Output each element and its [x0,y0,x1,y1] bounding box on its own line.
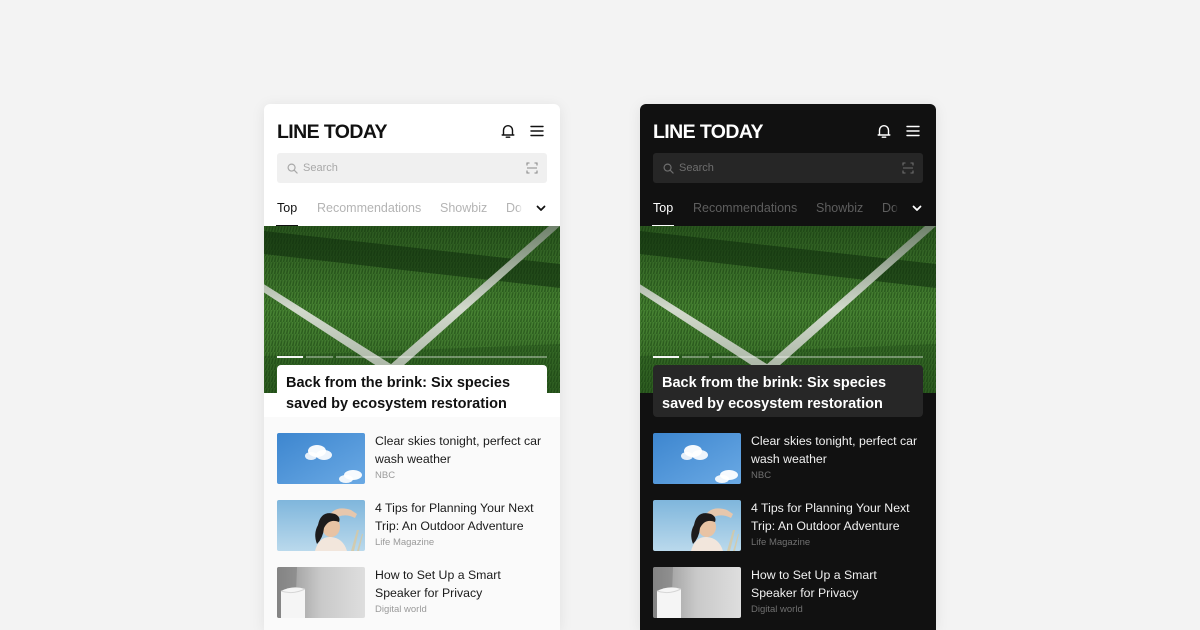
article-title-line2: Trip: An Outdoor Adventure [375,518,524,533]
search-placeholder: Search [679,162,714,174]
article-text: 4 Tips for Planning Your Next Trip: An O… [375,500,547,550]
article-title-line1: How to Set Up a Smart [751,568,877,582]
search-placeholder: Search [303,162,338,174]
category-tabs: Top Recommendations Showbiz Do [640,196,936,227]
hero-headline-card[interactable]: Back from the brink: Six species saved b… [653,365,923,417]
article-item[interactable]: How to Set Up a Smart Speaker for Privac… [277,567,547,619]
article-title-line1: How to Set Up a Smart [375,568,501,582]
article-title-line1: Clear skies tonight, perfect car [375,434,542,448]
article-title-line2: Speaker for Privacy [375,585,483,600]
article-list: Clear skies tonight, perfect car wash we… [264,417,560,630]
hero-title-line1: Back from the brink: Six species [662,375,887,391]
article-thumbnail-traveler [653,500,741,551]
article-source: Life Magazine [751,537,811,548]
phone-screen-dark: LINE TODAY Search Top Recommendations Sh… [640,104,936,630]
slide-indicator [682,356,709,358]
scan-icon[interactable] [526,162,538,174]
article-title-line2: wash weather [375,451,451,466]
article-title-line1: 4 Tips for Planning Your Next [375,501,534,515]
search-input[interactable]: Search [277,153,547,183]
tab-top[interactable]: Top [651,201,675,227]
tab-top[interactable]: Top [275,201,299,227]
tab-recommendations[interactable]: Recommendations [317,201,421,215]
article-thumbnail-traveler [277,500,365,551]
article-thumbnail-sky [277,433,365,484]
hero-title-line2: saved by ecosystem restoration [662,395,883,412]
menu-icon[interactable] [904,122,922,140]
article-thumbnail-sky [653,433,741,484]
bell-icon[interactable] [875,122,893,140]
article-text: Clear skies tonight, perfect car wash we… [751,433,923,483]
slide-indicator [306,356,333,358]
hero-headline-card[interactable]: Back from the brink: Six species saved b… [277,365,547,417]
article-title-line2: Trip: An Outdoor Adventure [751,518,900,533]
app-logo[interactable]: LINE TODAY [277,121,388,143]
article-source: Digital world [375,604,427,615]
menu-icon[interactable] [528,122,546,140]
bell-icon[interactable] [499,122,517,140]
article-source: NBC [751,470,772,481]
app-header: LINE TODAY [277,121,547,145]
tabs-expand-button[interactable] [522,196,560,222]
article-title-line1: 4 Tips for Planning Your Next [751,501,910,515]
slide-indicator [653,356,680,358]
article-source: Life Magazine [375,537,435,548]
phone-screen-light: LINE TODAY Search Top Recommendations Sh… [264,104,560,630]
tab-showbiz[interactable]: Showbiz [440,201,487,215]
hero-title-line2: saved by ecosystem restoration [286,395,507,412]
article-thumbnail-speaker [653,567,741,618]
article-source: Digital world [751,604,803,615]
chevron-down-icon [536,205,546,211]
article-list: Clear skies tonight, perfect car wash we… [640,417,936,630]
hero-slide-progress [277,356,548,358]
scan-icon[interactable] [902,162,914,174]
slide-indicator [711,356,924,358]
article-text: How to Set Up a Smart Speaker for Privac… [375,567,547,617]
article-source: NBC [375,470,396,481]
article-title-line2: wash weather [751,451,827,466]
app-header: LINE TODAY [653,121,923,145]
article-item[interactable]: 4 Tips for Planning Your Next Trip: An O… [653,500,923,552]
app-logo[interactable]: LINE TODAY [653,121,764,143]
article-text: Clear skies tonight, perfect car wash we… [375,433,547,483]
stage: LINE TODAY Search Top Recommendations Sh… [0,0,1200,630]
search-input[interactable]: Search [653,153,923,183]
tabs-expand-button[interactable] [898,196,936,222]
article-item[interactable]: Clear skies tonight, perfect car wash we… [653,433,923,485]
article-title-line2: Speaker for Privacy [751,585,859,600]
search-icon [663,163,674,174]
article-item[interactable]: Clear skies tonight, perfect car wash we… [277,433,547,485]
article-thumbnail-speaker [277,567,365,618]
slide-indicator [277,356,304,358]
tab-showbiz[interactable]: Showbiz [816,201,863,215]
slide-indicator [335,356,548,358]
chevron-down-icon [912,205,922,211]
article-text: How to Set Up a Smart Speaker for Privac… [751,567,923,617]
hero-title-line1: Back from the brink: Six species [286,375,511,391]
article-item[interactable]: How to Set Up a Smart Speaker for Privac… [653,567,923,619]
article-title-line1: Clear skies tonight, perfect car [751,434,918,448]
article-text: 4 Tips for Planning Your Next Trip: An O… [751,500,923,550]
hero-slide-progress [653,356,924,358]
category-tabs: Top Recommendations Showbiz Do [264,196,560,227]
search-icon [287,163,298,174]
article-item[interactable]: 4 Tips for Planning Your Next Trip: An O… [277,500,547,552]
tab-recommendations[interactable]: Recommendations [693,201,797,215]
